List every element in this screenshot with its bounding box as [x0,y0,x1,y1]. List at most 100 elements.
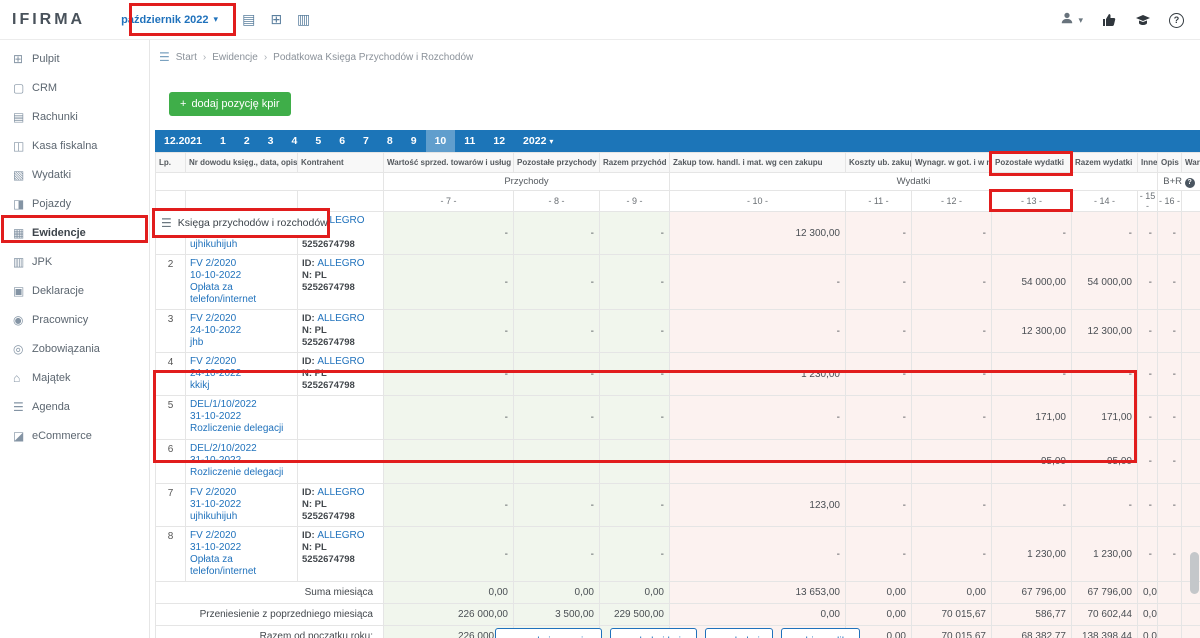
kasa fiskalna-icon: ◫ [13,139,32,153]
cell-value: - [846,440,912,484]
cell-value: - [846,484,912,527]
new-invoice-icon[interactable]: ⊞ [270,11,282,28]
month-tab-8[interactable]: 8 [378,130,402,152]
month-tab-12.2021[interactable]: 12.2021 [155,130,211,152]
document-link[interactable]: FV 2/2020 [190,258,293,270]
document-desc-link[interactable]: Rozliczenie delegacji [190,467,293,479]
scrollbar-thumb[interactable] [1190,552,1199,594]
cell-value: - [1138,353,1158,396]
month-tab-4[interactable]: 4 [283,130,307,152]
summary-value: 0,00 [384,582,514,604]
cell-value: - [384,255,514,310]
sidebar-item-zobowi-zania[interactable]: ◎Zobowiązania [0,334,149,363]
month-tab-9[interactable]: 9 [402,130,426,152]
year-dropdown[interactable]: 2022▾ [514,130,562,152]
column-header-5: Pozostałe przychody [514,153,600,173]
document-desc-link[interactable]: ujhikuhijuh [190,511,293,523]
add-entry-button[interactable]: + dodaj pozycję kpir [169,92,291,116]
sidebar-item-agenda[interactable]: ☰Agenda [0,392,149,421]
wydrukuj-button[interactable]: wydrukuj [705,628,772,638]
thumbs-up-icon[interactable] [1101,12,1117,28]
cell-value: 1 230,00 [670,353,846,396]
cell-value [1182,353,1200,396]
month-tab-11[interactable]: 11 [455,130,484,152]
document-desc-link[interactable]: Opłata za telefon/internet [190,282,293,306]
user-icon [1060,11,1074,30]
cell-value: - [912,353,992,396]
month-tab-2[interactable]: 2 [235,130,259,152]
summary-value: 67 796,00 [992,582,1072,604]
month-selector[interactable]: październik 2022 ▾ [111,7,228,33]
document-link[interactable]: DEL/2/10/2022 [190,443,293,455]
cell-value: - [384,353,514,396]
table-row: 2FV 2/202010-10-2022Opłata za telefon/in… [156,255,1200,310]
contractor-link[interactable]: ALLEGRO [317,530,364,541]
table-group-row: PrzychodyWydatkiB+R ? [156,173,1200,191]
summary-value: 0,00 [912,582,992,604]
sidebar-item-label: Deklaracje [32,285,84,297]
pulpit-icon: ⊞ [13,52,32,66]
sidebar-item-crm[interactable]: ▢CRM [0,73,149,102]
menu-icon[interactable]: ☰ [159,50,170,64]
document-link[interactable]: FV 2/2020 [190,313,293,325]
document-desc-link[interactable]: Opłata za telefon/internet [190,554,293,578]
document-desc-link[interactable]: kkikj [190,380,293,392]
contractor-nip: N: PL 5252674798 [302,325,379,349]
cell-value: - [1138,255,1158,310]
document-desc-link[interactable]: Rozliczenie delegacji [190,423,293,435]
contractor-link[interactable]: ALLEGRO [317,487,364,498]
month-tab-6[interactable]: 6 [330,130,354,152]
month-selector-label: październik 2022 [121,14,208,26]
sidebar-item-maj-tek[interactable]: ⌂Majątek [0,363,149,392]
month-tab-7[interactable]: 7 [354,130,378,152]
cell-value: - [846,255,912,310]
cell-value: - [1158,440,1182,484]
contractor-link[interactable]: ALLEGRO [317,356,364,367]
document-link[interactable]: DEL/1/10/2022 [190,399,293,411]
contractor-link[interactable]: ALLEGRO [317,258,364,269]
sidebar-item-rachunki[interactable]: ▤Rachunki [0,102,149,131]
document-link[interactable]: FV 2/2020 [190,356,293,368]
pracownicy-icon: ◉ [13,313,32,327]
pobierz-plik-button[interactable]: pobierz plik [781,628,860,638]
sidebar-item-pracownicy[interactable]: ◉Pracownicy [0,305,149,334]
column-header-11: Razem wydatki [1072,153,1138,173]
wyszukaj-pozycję-button[interactable]: wyszukaj pozycję [495,628,602,638]
sidebar-item-label: Kasa fiskalna [32,140,97,152]
help-icon[interactable]: ? [1185,178,1195,188]
sidebar-item-kasa-fiskalna[interactable]: ◫Kasa fiskalna [0,131,149,160]
sidebar-item-pulpit[interactable]: ⊞Pulpit [0,44,149,73]
sidebar-item-ewidencje[interactable]: ▦Ewidencje [0,218,149,247]
month-tab-1[interactable]: 1 [211,130,235,152]
breadcrumb-item[interactable]: Podatkowa Księga Przychodów i Rozchodów [273,52,473,63]
sidebar-item-deklaracje[interactable]: ▣Deklaracje [0,276,149,305]
webinar-icon[interactable] [1135,12,1151,28]
month-tab-12[interactable]: 12 [484,130,514,152]
document-link[interactable]: FV 2/2020 [190,487,293,499]
documents-list-icon[interactable]: ▥ [297,11,310,28]
breadcrumb-item[interactable]: Ewidencje [212,52,258,63]
sidebar-item-ecommerce[interactable]: ◪eCommerce [0,421,149,450]
month-tab-10[interactable]: 10 [426,130,456,152]
sidebar-item-jpk[interactable]: ▥JPK [0,247,149,276]
breadcrumb-item[interactable]: Start [176,52,197,63]
month-tab-5[interactable]: 5 [306,130,330,152]
invoices-icon[interactable]: ▤ [242,11,255,28]
row-number: 2 [156,255,186,310]
document-link[interactable]: FV 2/2020 [190,530,293,542]
row-number: 5 [156,396,186,440]
wydrukuj-kpir-button[interactable]: wydrukuj kpir [610,628,697,638]
user-menu[interactable]: ▾ [1060,11,1083,30]
document-desc-link[interactable]: jhb [190,337,293,349]
document-desc-link[interactable]: ujhikuhijuh [190,239,293,251]
summary-label: Przeniesienie z poprzedniego miesiąca [156,604,384,626]
sidebar-item-wydatki[interactable]: ▧Wydatki [0,160,149,189]
cell-value: - [1158,212,1182,255]
ledger-type-selector[interactable]: ☰ Księga przychodów i rozchodów [152,208,330,238]
sidebar-item-pojazdy[interactable]: ◨Pojazdy [0,189,149,218]
contractor-link[interactable]: ALLEGRO [317,313,364,324]
month-tab-3[interactable]: 3 [259,130,283,152]
help-icon[interactable]: ? [1169,13,1184,28]
column-header-14: Wart [1182,153,1200,173]
app-logo[interactable]: IFIRMA [12,11,85,29]
